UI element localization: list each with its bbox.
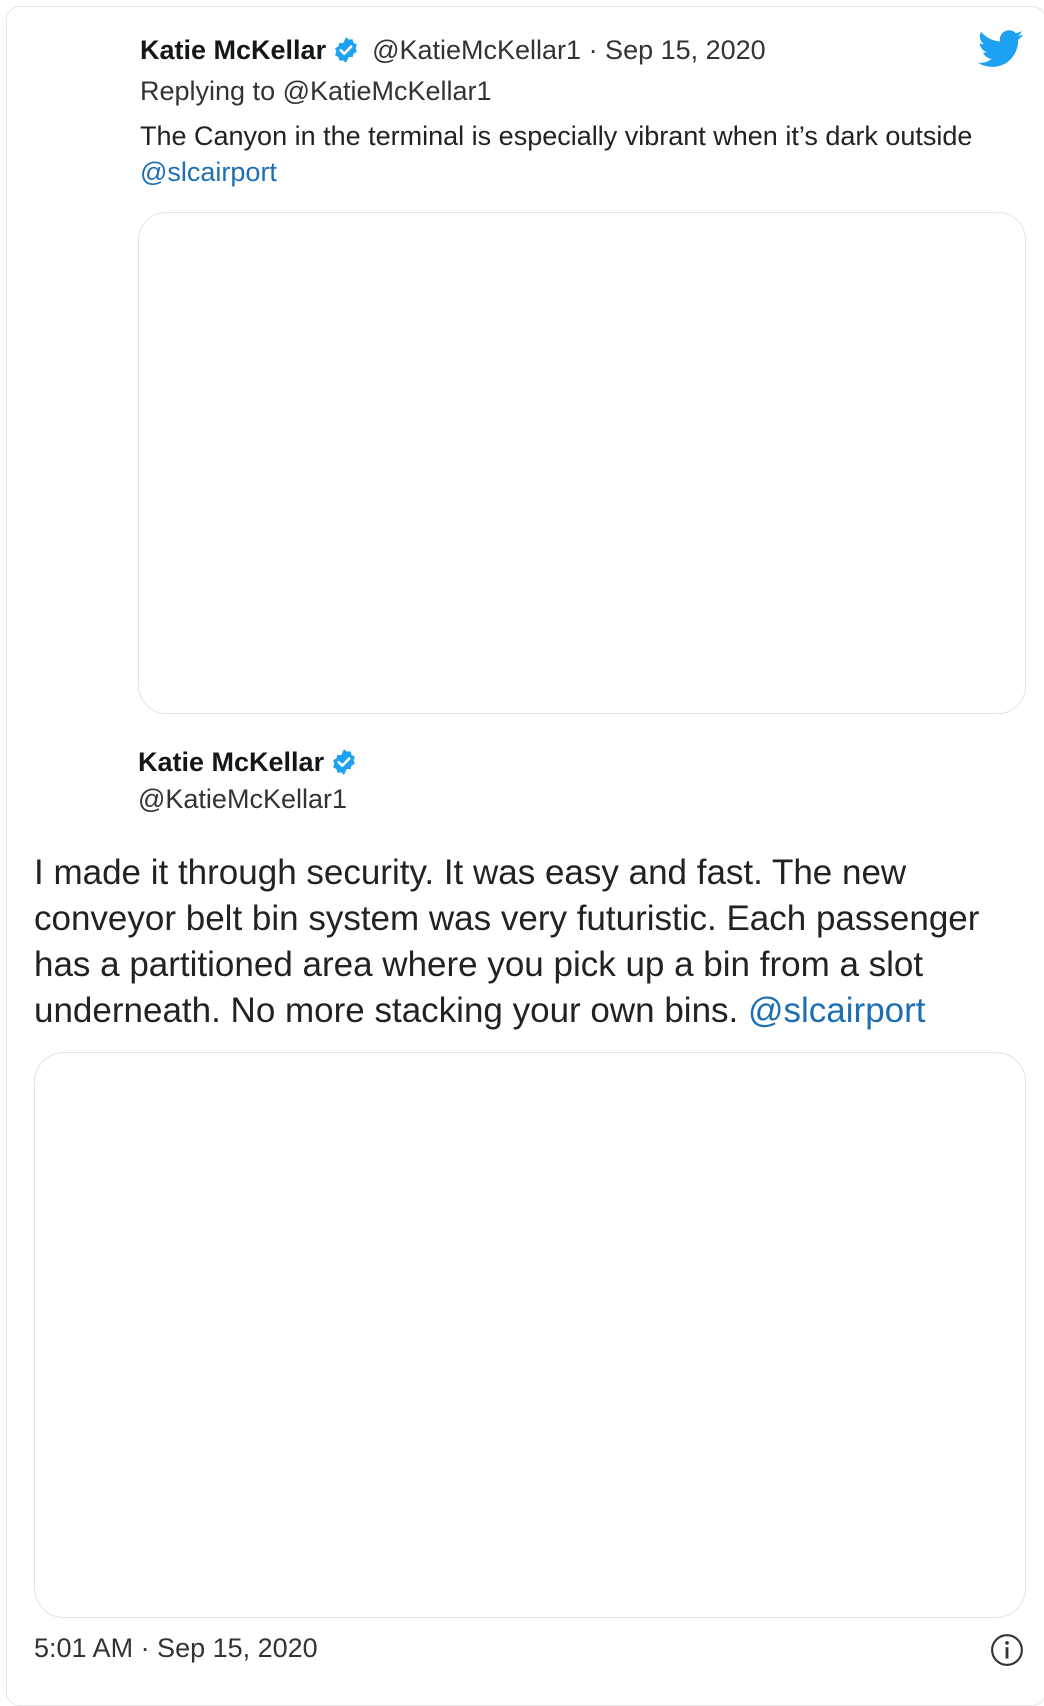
mention-link[interactable]: @slcairport <box>748 991 926 1030</box>
twitter-bird-icon[interactable] <box>978 30 1024 68</box>
mention-link[interactable]: @slcairport <box>140 157 277 187</box>
verified-badge-icon <box>333 749 355 775</box>
reply-tweet-header: Katie McKellar @KatieMcKellar1 · Sep 15,… <box>140 30 766 70</box>
replying-to: Replying to @KatieMcKellar1 <box>140 76 492 106</box>
reply-tweet-media[interactable] <box>138 212 1026 714</box>
verified-badge-icon <box>335 37 357 63</box>
reply-tweet-body: The Canyon in the terminal is especially… <box>140 121 973 151</box>
author-name[interactable]: Katie McKellar <box>138 747 324 778</box>
reply-tweet-text: The Canyon in the terminal is especially… <box>140 118 1030 190</box>
main-tweet-text: I made it through security. It was easy … <box>34 850 1024 1034</box>
handle-and-date[interactable]: @KatieMcKellar1 · Sep 15, 2020 <box>372 35 766 66</box>
main-tweet-author: Katie McKellar @KatieMcKellar1 <box>138 744 370 815</box>
author-name[interactable]: Katie McKellar <box>140 35 326 66</box>
author-handle[interactable]: @KatieMcKellar1 <box>138 784 370 815</box>
tweet-timestamp[interactable]: 5:01 AM · Sep 15, 2020 <box>34 1633 318 1664</box>
info-icon[interactable] <box>990 1633 1024 1667</box>
main-tweet-media[interactable] <box>34 1052 1026 1618</box>
